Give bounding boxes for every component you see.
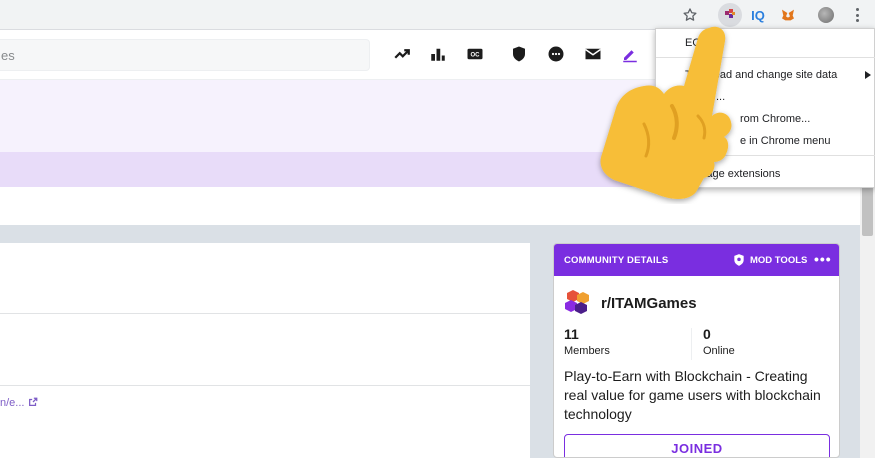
divider — [691, 328, 692, 360]
metamask-fox-icon[interactable] — [778, 5, 798, 25]
search-placeholder: es — [1, 48, 15, 63]
mod-tools-label: MOD TOOLS — [750, 254, 808, 266]
chrome-menu-icon[interactable] — [852, 7, 862, 23]
divider — [0, 385, 530, 386]
mod-shield-icon — [734, 254, 744, 266]
post-card — [0, 243, 530, 458]
trending-icon[interactable] — [392, 44, 412, 64]
post-link-text[interactable]: n/e... — [0, 397, 24, 409]
online-label: Online — [703, 345, 735, 357]
community-details-title: COMMUNITY DETAILS — [564, 255, 669, 266]
community-card-header: COMMUNITY DETAILS MOD TOOLS ••• — [554, 244, 839, 276]
members-label: Members — [564, 345, 610, 357]
divider — [0, 313, 530, 314]
members-count: 11 — [564, 326, 579, 342]
svg-text:OC: OC — [471, 52, 481, 58]
community-name[interactable]: r/ITAMGames — [601, 295, 697, 312]
pointing-hand-icon — [600, 26, 732, 200]
profile-avatar[interactable] — [818, 7, 834, 23]
post-external-link[interactable]: n/e... — [0, 397, 38, 409]
iq-extension-icon[interactable]: IQ — [748, 5, 768, 25]
mod-tools-button[interactable]: MOD TOOLS — [732, 253, 807, 267]
external-link-icon — [28, 397, 37, 406]
menu-item-hide[interactable]: e in Chrome menu — [740, 135, 831, 147]
community-details-card: COMMUNITY DETAILS MOD TOOLS ••• r/ITAMGa… — [553, 243, 840, 458]
online-count: 0 — [703, 326, 711, 342]
search-input[interactable]: es — [0, 39, 370, 71]
submenu-arrow-icon — [865, 71, 871, 79]
shield-icon[interactable] — [509, 44, 529, 64]
menu-item-remove[interactable]: rom Chrome... — [740, 113, 810, 125]
closed-caption-icon[interactable]: OC — [465, 44, 485, 64]
chat-icon[interactable] — [546, 44, 566, 64]
more-options-icon[interactable]: ••• — [814, 251, 832, 267]
community-description: Play-to-Earn with Blockchain - Creating … — [564, 368, 821, 422]
joined-button[interactable]: JOINED — [564, 434, 830, 457]
community-logo — [565, 290, 589, 314]
scrollbar-thumb[interactable] — [862, 186, 873, 236]
stats-icon[interactable] — [428, 44, 448, 64]
